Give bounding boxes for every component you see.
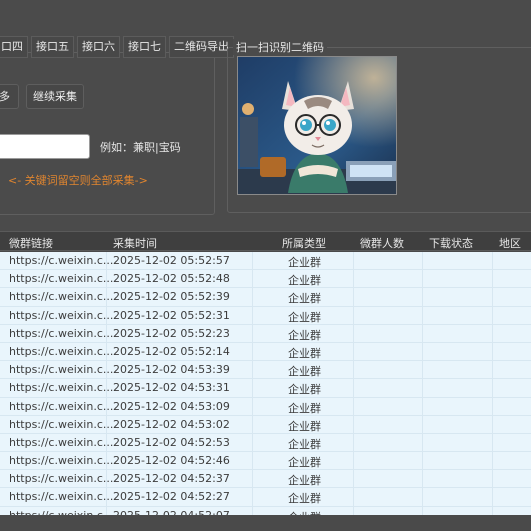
cell-type: 企业群 xyxy=(288,346,321,360)
table-row[interactable]: https://c.weixin.c... 2025-12-02 04:52:37… xyxy=(0,470,531,489)
table-row[interactable]: https://c.weixin.c... 2025-12-02 05:52:48… xyxy=(0,270,531,289)
cell-type: 企业群 xyxy=(288,256,321,269)
table-header: 微群链接 采集时间 所属类型 微群人数 下载状态 地区 xyxy=(0,231,531,251)
interface-tabs: 口四 接口五 接口六 接口七 二维码导出 xyxy=(0,36,234,58)
cell-type: 企业群 xyxy=(288,365,321,379)
cell-type: 企业群 xyxy=(288,492,321,506)
column-divider xyxy=(422,252,423,515)
table-row[interactable]: https://c.weixin.c... 2025-12-02 05:52:31… xyxy=(0,307,531,325)
tab-interface-5[interactable]: 接口五 xyxy=(31,36,74,58)
cell-link: https://c.weixin.c... xyxy=(9,326,114,340)
column-header-link[interactable]: 微群链接 xyxy=(9,235,53,251)
group-table: https://c.weixin.c... 2025-12-02 05:52:57… xyxy=(0,252,531,515)
cell-type: 企业群 xyxy=(288,419,321,433)
table-row[interactable]: https://c.weixin.c... 2025-12-02 04:52:27… xyxy=(0,488,531,507)
column-header-region[interactable]: 地区 xyxy=(499,235,521,251)
cell-link: https://c.weixin.c... xyxy=(9,344,114,358)
table-row[interactable]: https://c.weixin.c... 2025-12-02 04:53:31… xyxy=(0,379,531,398)
column-header-time[interactable]: 采集时间 xyxy=(113,235,157,251)
cell-link: https://c.weixin.c... xyxy=(9,381,114,395)
cell-type: 企业群 xyxy=(288,456,321,470)
cell-time: 2025-12-02 04:52:27 xyxy=(113,490,230,504)
cell-link: https://c.weixin.c... xyxy=(9,363,114,377)
tab-interface-7[interactable]: 接口七 xyxy=(123,36,166,58)
cell-time: 2025-12-02 05:52:31 xyxy=(113,308,230,322)
keyword-hint-label: <- 关键词留空则全部采集-> xyxy=(8,174,148,187)
column-header-download-status[interactable]: 下载状态 xyxy=(429,235,473,251)
table-row[interactable]: https://c.weixin.c... 2025-12-02 04:53:09… xyxy=(0,398,531,416)
cell-time: 2025-12-02 04:52:37 xyxy=(113,472,230,486)
table-row[interactable]: https://c.weixin.c...2025-12-02 04:52:07… xyxy=(0,507,531,515)
tab-interface-6[interactable]: 接口六 xyxy=(77,36,120,58)
cell-time: 2025-12-02 05:52:48 xyxy=(113,272,230,286)
column-divider xyxy=(353,252,354,515)
continue-collect-button[interactable]: 继续采集 xyxy=(26,84,84,109)
tab-qr-export[interactable]: 二维码导出 xyxy=(169,36,234,58)
cell-type: 企业群 xyxy=(288,310,321,324)
bottom-bar xyxy=(0,515,531,531)
partial-button[interactable]: 多 xyxy=(0,84,19,109)
cell-type: 企业群 xyxy=(288,292,321,306)
cell-time: 2025-12-02 04:52:46 xyxy=(113,454,230,468)
cell-link: https://c.weixin.c... xyxy=(9,417,114,431)
cell-link: https://c.weixin.c... xyxy=(9,272,114,286)
cell-time: 2025-12-02 05:52:57 xyxy=(113,254,230,267)
cell-time: 2025-12-02 05:52:14 xyxy=(113,344,230,358)
cell-link: https://c.weixin.c... xyxy=(9,308,114,322)
cell-time: 2025-12-02 04:53:02 xyxy=(113,417,230,431)
cell-time: 2025-12-02 04:52:53 xyxy=(113,435,230,449)
cell-type: 企业群 xyxy=(288,328,321,342)
table-row[interactable]: https://c.weixin.c... 2025-12-02 04:52:53… xyxy=(0,434,531,453)
column-divider xyxy=(106,252,107,515)
column-divider xyxy=(252,252,253,515)
tab-interface-4[interactable]: 口四 xyxy=(0,36,28,58)
cell-time: 2025-12-02 05:52:39 xyxy=(113,290,230,304)
cell-link: https://c.weixin.c... xyxy=(9,399,114,413)
cell-type: 企业群 xyxy=(288,401,321,415)
keyword-example-label: 例如：兼职|宝码 xyxy=(100,141,181,154)
cell-link: https://c.weixin.c... xyxy=(9,435,114,449)
table-row[interactable]: https://c.weixin.c... 2025-12-02 05:52:23… xyxy=(0,325,531,343)
cell-link: https://c.weixin.c... xyxy=(9,490,114,504)
cell-time: 2025-12-02 04:53:09 xyxy=(113,399,230,413)
table-row[interactable]: https://c.weixin.c... 2025-12-02 04:52:46… xyxy=(0,452,531,471)
table-row[interactable]: https://c.weixin.c... 2025-12-02 04:53:39… xyxy=(0,361,531,380)
cell-type: 企业群 xyxy=(288,383,321,397)
cell-time: 2025-12-02 04:53:31 xyxy=(113,381,230,395)
table-row[interactable]: https://c.weixin.c... 2025-12-02 04:53:02… xyxy=(0,416,531,434)
table-row[interactable]: https://c.weixin.c... 2025-12-02 05:52:57… xyxy=(0,252,531,271)
column-header-type[interactable]: 所属类型 xyxy=(282,235,326,251)
cell-link: https://c.weixin.c... xyxy=(9,290,114,304)
cell-type: 企业群 xyxy=(288,437,321,451)
qr-group-title: 扫一扫识别二维码 xyxy=(233,39,327,55)
cat-illustration-image xyxy=(237,56,397,195)
cell-link: https://c.weixin.c... xyxy=(9,254,114,267)
cell-time: 2025-12-02 04:53:39 xyxy=(113,363,230,377)
cell-type: 企业群 xyxy=(288,474,321,488)
cell-link: https://c.weixin.c... xyxy=(9,472,114,486)
column-header-members[interactable]: 微群人数 xyxy=(360,235,404,251)
column-divider xyxy=(492,252,493,515)
cell-type: 企业群 xyxy=(288,274,321,288)
cell-time: 2025-12-02 05:52:23 xyxy=(113,326,230,340)
keyword-input[interactable] xyxy=(0,134,90,159)
table-row[interactable]: https://c.weixin.c... 2025-12-02 05:52:39… xyxy=(0,288,531,307)
table-row[interactable]: https://c.weixin.c... 2025-12-02 05:52:14… xyxy=(0,343,531,362)
cell-link: https://c.weixin.c... xyxy=(9,454,114,468)
